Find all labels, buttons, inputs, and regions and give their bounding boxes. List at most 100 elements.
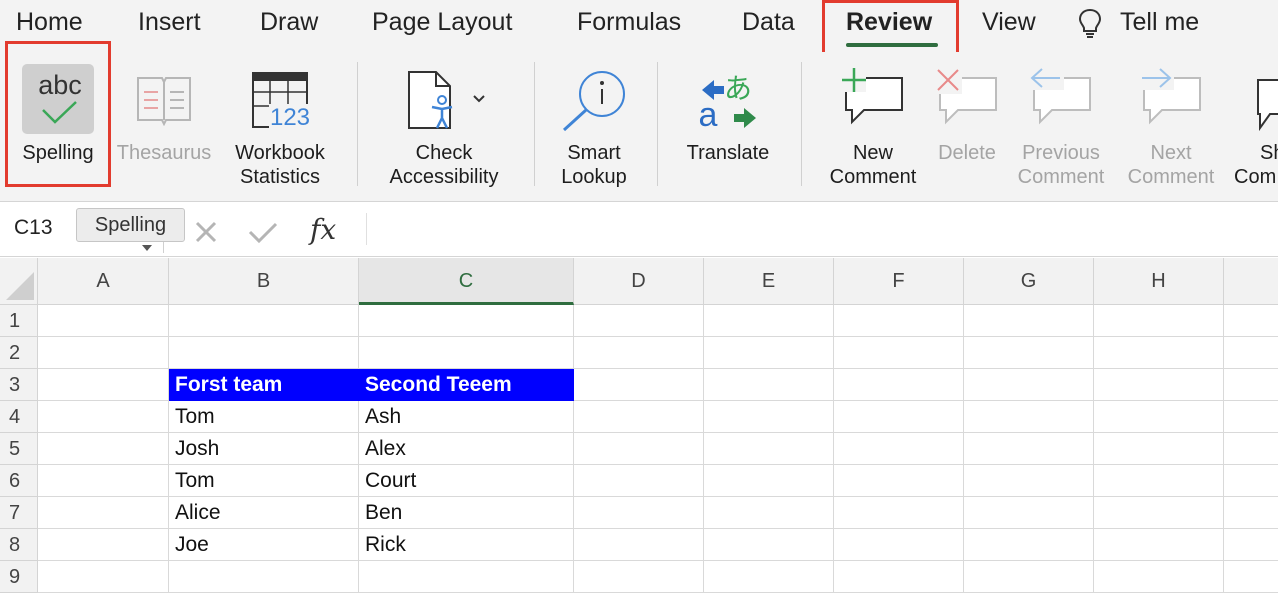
column-header-h[interactable]: H bbox=[1094, 258, 1224, 305]
cell-f7[interactable] bbox=[834, 497, 964, 529]
cell-g7[interactable] bbox=[964, 497, 1094, 529]
cell-g9[interactable] bbox=[964, 561, 1094, 593]
row-header-1[interactable]: 1 bbox=[0, 305, 38, 337]
workbook-statistics-button[interactable]: 123 Workbook Statistics bbox=[222, 52, 338, 192]
tab-data[interactable]: Data bbox=[742, 8, 795, 37]
tab-formulas[interactable]: Formulas bbox=[577, 8, 681, 37]
cell-i7[interactable] bbox=[1224, 497, 1278, 529]
column-header-e[interactable]: E bbox=[704, 258, 834, 305]
cell-e2[interactable] bbox=[704, 337, 834, 369]
cell-f9[interactable] bbox=[834, 561, 964, 593]
cell-e9[interactable] bbox=[704, 561, 834, 593]
column-header-b[interactable]: B bbox=[169, 258, 359, 305]
cell-h1[interactable] bbox=[1094, 305, 1224, 337]
cell-b2[interactable] bbox=[169, 337, 359, 369]
cell-f3[interactable] bbox=[834, 369, 964, 401]
cell-i3[interactable] bbox=[1224, 369, 1278, 401]
cell-i5[interactable] bbox=[1224, 433, 1278, 465]
cell-g3[interactable] bbox=[964, 369, 1094, 401]
cell-d4[interactable] bbox=[574, 401, 704, 433]
cancel-icon[interactable] bbox=[194, 220, 218, 244]
cell-f2[interactable] bbox=[834, 337, 964, 369]
cell-g4[interactable] bbox=[964, 401, 1094, 433]
cell-a5[interactable] bbox=[38, 433, 169, 465]
cell-b7[interactable]: Alice bbox=[169, 497, 359, 529]
cell-h5[interactable] bbox=[1094, 433, 1224, 465]
delete-comment-button[interactable]: Delete bbox=[928, 52, 1006, 182]
cell-f1[interactable] bbox=[834, 305, 964, 337]
chevron-down-icon[interactable] bbox=[472, 94, 486, 104]
cell-h2[interactable] bbox=[1094, 337, 1224, 369]
row-header-3[interactable]: 3 bbox=[0, 369, 38, 401]
cell-h8[interactable] bbox=[1094, 529, 1224, 561]
column-header-d[interactable]: D bbox=[574, 258, 704, 305]
cell-d2[interactable] bbox=[574, 337, 704, 369]
cell-a6[interactable] bbox=[38, 465, 169, 497]
cell-b9[interactable] bbox=[169, 561, 359, 593]
cell-f8[interactable] bbox=[834, 529, 964, 561]
cell-d5[interactable] bbox=[574, 433, 704, 465]
cell-c6[interactable]: Court bbox=[359, 465, 574, 497]
translate-button[interactable]: a あ Translate bbox=[676, 52, 780, 182]
cell-e5[interactable] bbox=[704, 433, 834, 465]
cell-e8[interactable] bbox=[704, 529, 834, 561]
tab-page-layout[interactable]: Page Layout bbox=[372, 8, 512, 37]
cell-h9[interactable] bbox=[1094, 561, 1224, 593]
column-header-next[interactable] bbox=[1224, 258, 1278, 305]
cell-i9[interactable] bbox=[1224, 561, 1278, 593]
tab-insert[interactable]: Insert bbox=[138, 8, 201, 37]
new-comment-button[interactable]: New Comment bbox=[818, 52, 928, 192]
cell-c8[interactable]: Rick bbox=[359, 529, 574, 561]
smart-lookup-button[interactable]: Smart Lookup bbox=[548, 52, 640, 192]
tab-home[interactable]: Home bbox=[16, 8, 83, 37]
cell-a7[interactable] bbox=[38, 497, 169, 529]
cell-f6[interactable] bbox=[834, 465, 964, 497]
cell-h6[interactable] bbox=[1094, 465, 1224, 497]
name-box[interactable]: C13 bbox=[14, 216, 53, 240]
cell-d3[interactable] bbox=[574, 369, 704, 401]
cell-h3[interactable] bbox=[1094, 369, 1224, 401]
cell-b5[interactable]: Josh bbox=[169, 433, 359, 465]
cell-b6[interactable]: Tom bbox=[169, 465, 359, 497]
cell-e6[interactable] bbox=[704, 465, 834, 497]
row-header-9[interactable]: 9 bbox=[0, 561, 38, 593]
next-comment-button[interactable]: Next Comment bbox=[1120, 52, 1222, 192]
insert-function-icon[interactable]: fx bbox=[310, 213, 336, 246]
cell-c1[interactable] bbox=[359, 305, 574, 337]
tab-view[interactable]: View bbox=[982, 8, 1036, 37]
thesaurus-button[interactable]: Thesaurus bbox=[112, 52, 216, 182]
cell-b8[interactable]: Joe bbox=[169, 529, 359, 561]
cell-d1[interactable] bbox=[574, 305, 704, 337]
column-header-f[interactable]: F bbox=[834, 258, 964, 305]
cell-g2[interactable] bbox=[964, 337, 1094, 369]
cell-i6[interactable] bbox=[1224, 465, 1278, 497]
row-header-7[interactable]: 7 bbox=[0, 497, 38, 529]
formula-input[interactable] bbox=[376, 211, 1266, 247]
tab-tell-me[interactable]: Tell me bbox=[1120, 8, 1199, 37]
cell-i1[interactable] bbox=[1224, 305, 1278, 337]
cell-a4[interactable] bbox=[38, 401, 169, 433]
show-comments-button[interactable]: Sh Com bbox=[1232, 52, 1278, 192]
previous-comment-button[interactable]: Previous Comment bbox=[1008, 52, 1114, 192]
cell-e1[interactable] bbox=[704, 305, 834, 337]
cell-d6[interactable] bbox=[574, 465, 704, 497]
cell-d7[interactable] bbox=[574, 497, 704, 529]
cell-b1[interactable] bbox=[169, 305, 359, 337]
cell-f5[interactable] bbox=[834, 433, 964, 465]
cell-h7[interactable] bbox=[1094, 497, 1224, 529]
cell-b4[interactable]: Tom bbox=[169, 401, 359, 433]
cell-g8[interactable] bbox=[964, 529, 1094, 561]
cell-c7[interactable]: Ben bbox=[359, 497, 574, 529]
column-header-g[interactable]: G bbox=[964, 258, 1094, 305]
cell-g5[interactable] bbox=[964, 433, 1094, 465]
row-header-8[interactable]: 8 bbox=[0, 529, 38, 561]
cell-c3[interactable]: Second Teeem bbox=[359, 369, 574, 401]
row-header-4[interactable]: 4 bbox=[0, 401, 38, 433]
cell-a3[interactable] bbox=[38, 369, 169, 401]
cell-g1[interactable] bbox=[964, 305, 1094, 337]
cell-d9[interactable] bbox=[574, 561, 704, 593]
column-header-c[interactable]: C bbox=[359, 258, 574, 305]
cell-i8[interactable] bbox=[1224, 529, 1278, 561]
row-header-6[interactable]: 6 bbox=[0, 465, 38, 497]
check-accessibility-button[interactable]: Check Accessibility bbox=[372, 52, 516, 192]
